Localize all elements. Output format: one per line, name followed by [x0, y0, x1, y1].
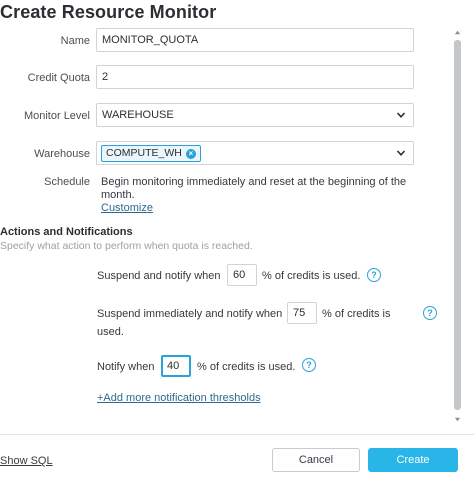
help-circle-icon[interactable]: ? — [367, 268, 381, 282]
close-circle-icon[interactable]: × — [185, 148, 196, 159]
help-circle-icon[interactable]: ? — [302, 358, 316, 372]
credit-quota-input[interactable]: 2 — [96, 65, 414, 89]
scroll-up-arrow-icon[interactable] — [453, 28, 462, 37]
suspend-notify-threshold-input[interactable]: 60 — [227, 264, 257, 286]
suspend-immediately-threshold-input[interactable]: 75 — [287, 302, 317, 324]
chevron-down-icon[interactable] — [395, 142, 407, 164]
name-label: Name — [60, 35, 90, 47]
help-circle-icon[interactable]: ? — [423, 306, 437, 320]
notify-threshold-input[interactable]: 40 — [161, 355, 191, 377]
schedule-description: Begin monitoring immediately and reset a… — [101, 176, 421, 215]
schedule-text: Begin monitoring immediately and reset a… — [101, 176, 407, 201]
actions-section-title: Actions and Notifications — [0, 226, 133, 238]
footer-divider — [0, 434, 474, 435]
name-value: MONITOR_QUOTA — [102, 34, 199, 46]
credit-quota-label: Credit Quota — [27, 72, 90, 84]
warehouse-chip-label: COMPUTE_WH — [106, 147, 182, 159]
chevron-down-icon[interactable] — [395, 104, 407, 126]
cancel-button[interactable]: Cancel — [272, 448, 360, 472]
suspend-notify-label: Suspend and notify when — [97, 270, 221, 282]
suspend-immediately-label: Suspend immediately and notify when — [97, 308, 283, 320]
credit-quota-value: 2 — [102, 71, 109, 83]
notify-threshold-value: 40 — [167, 360, 180, 372]
notify-label: Notify when — [97, 361, 155, 373]
schedule-label: Schedule — [44, 176, 90, 188]
warehouse-select[interactable]: COMPUTE_WH × — [96, 141, 414, 165]
suspend-immediately-suffix: % of credits is — [322, 308, 391, 320]
monitor-level-select[interactable]: WAREHOUSE — [96, 103, 414, 127]
suspend-notify-suffix: % of credits is used. — [262, 270, 361, 282]
suspend-immediately-threshold-value: 75 — [293, 307, 306, 319]
warehouse-chip[interactable]: COMPUTE_WH × — [101, 145, 201, 162]
scroll-down-arrow-icon[interactable] — [453, 415, 462, 424]
create-button[interactable]: Create — [368, 448, 458, 472]
warehouse-label: Warehouse — [34, 148, 90, 160]
show-sql-link[interactable]: Show SQL — [0, 455, 53, 467]
name-input[interactable]: MONITOR_QUOTA — [96, 28, 414, 52]
suspend-notify-threshold-value: 60 — [233, 269, 246, 281]
notify-suffix: % of credits is used. — [197, 361, 296, 373]
monitor-level-value: WAREHOUSE — [102, 109, 174, 121]
customize-link[interactable]: Customize — [101, 202, 421, 215]
scrollbar-thumb[interactable] — [454, 40, 461, 410]
scrollbar[interactable] — [453, 28, 462, 424]
add-more-thresholds-link[interactable]: +Add more notification thresholds — [97, 392, 261, 404]
dialog-title: Create Resource Monitor — [0, 2, 217, 22]
monitor-level-label: Monitor Level — [23, 110, 90, 122]
suspend-immediately-suffix-2: used. — [97, 326, 124, 338]
actions-section-subtitle: Specify what action to perform when quot… — [0, 240, 253, 252]
